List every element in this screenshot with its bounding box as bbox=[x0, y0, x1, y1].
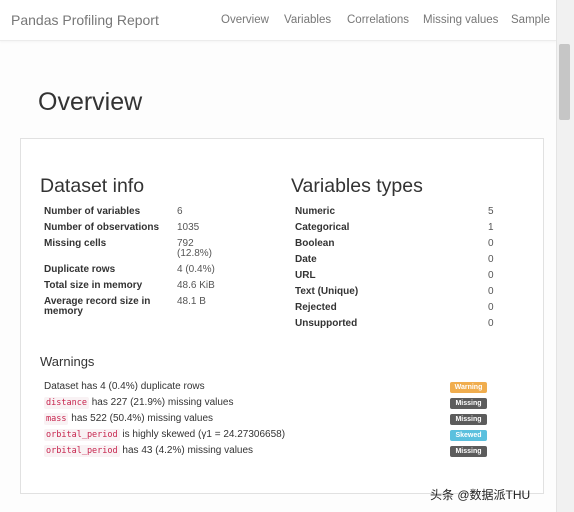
dataset-info-value: 1035 bbox=[177, 222, 200, 233]
warning-text: Dataset has 4 (0.4%) duplicate rows bbox=[44, 381, 205, 392]
warning-text: is highly skewed (γ1 = 24.27306658) bbox=[119, 429, 286, 440]
nav-missing-values[interactable]: Missing values bbox=[423, 14, 498, 26]
variable-type-count: 1 bbox=[488, 222, 494, 233]
variable-type-label: Date bbox=[295, 254, 317, 265]
missing-badge: Missing bbox=[450, 414, 487, 425]
variable-type-label: Unsupported bbox=[295, 318, 358, 329]
dataset-info-label: Number of variables bbox=[44, 206, 141, 217]
dataset-info-title: Dataset info bbox=[40, 175, 145, 197]
variable-type-count: 0 bbox=[488, 302, 494, 313]
variable-type-count: 0 bbox=[488, 254, 494, 265]
warning-item: mass has 522 (50.4%) missing values bbox=[44, 413, 213, 425]
variable-type-label: Text (Unique) bbox=[295, 286, 359, 297]
missing-badge: Missing bbox=[450, 398, 487, 409]
scrollbar-thumb[interactable] bbox=[559, 44, 570, 120]
warning-badge: Warning bbox=[450, 382, 487, 393]
missing-badge: Missing bbox=[450, 446, 487, 457]
dataset-info-label: Total size in memory bbox=[44, 280, 143, 291]
dataset-info-value: 48.6 KiB bbox=[177, 280, 215, 291]
variable-type-label: Boolean bbox=[295, 238, 335, 249]
warning-item: orbital_period has 43 (4.2%) missing val… bbox=[44, 445, 253, 457]
skewed-badge: Skewed bbox=[450, 430, 487, 441]
nav-sample[interactable]: Sample bbox=[511, 14, 550, 26]
brand-title[interactable]: Pandas Profiling Report bbox=[11, 12, 159, 28]
variable-types-title: Variables types bbox=[291, 175, 423, 197]
dataset-info-label: Number of observations bbox=[44, 222, 160, 233]
warning-item: distance has 227 (21.9%) missing values bbox=[44, 397, 233, 409]
watermark: 头条 @数据派THU bbox=[430, 488, 531, 502]
top-navbar: Pandas Profiling Report Overview Variabl… bbox=[0, 0, 556, 41]
variable-type-label: Rejected bbox=[295, 302, 337, 313]
variable-type-label: Categorical bbox=[295, 222, 350, 233]
variable-link[interactable]: distance bbox=[44, 397, 89, 409]
dataset-info-subvalue: (12.8%) bbox=[177, 248, 213, 259]
dataset-info-value: 48.1 B bbox=[177, 296, 206, 307]
nav-overview[interactable]: Overview bbox=[221, 14, 269, 26]
variable-link[interactable]: mass bbox=[44, 413, 69, 425]
dataset-info-label-cont: memory bbox=[44, 306, 83, 317]
variable-type-label: URL bbox=[295, 270, 316, 281]
warning-text: has 522 (50.4%) missing values bbox=[68, 413, 214, 424]
warning-item: orbital_period is highly skewed (γ1 = 24… bbox=[44, 429, 285, 441]
warning-item: Dataset has 4 (0.4%) duplicate rows bbox=[44, 381, 205, 393]
dataset-info-value: 4 (0.4%) bbox=[177, 264, 215, 275]
dataset-info-label: Missing cells bbox=[44, 238, 107, 249]
variable-type-count: 0 bbox=[488, 286, 494, 297]
nav-variables[interactable]: Variables bbox=[284, 14, 331, 26]
report-page: Pandas Profiling Report Overview Variabl… bbox=[0, 0, 574, 512]
overview-panel: Dataset info Number of variables 6 Numbe… bbox=[20, 138, 544, 494]
variable-type-count: 0 bbox=[488, 318, 494, 329]
variable-link[interactable]: orbital_period bbox=[44, 429, 120, 441]
variable-type-label: Numeric bbox=[295, 206, 336, 217]
dataset-info-label: Duplicate rows bbox=[44, 264, 116, 275]
variable-type-count: 0 bbox=[488, 270, 494, 281]
warning-text: has 227 (21.9%) missing values bbox=[88, 397, 234, 408]
warning-text: has 43 (4.2%) missing values bbox=[119, 445, 254, 456]
dataset-info-value: 6 bbox=[177, 206, 183, 217]
variable-type-count: 5 bbox=[488, 206, 494, 217]
warnings-title: Warnings bbox=[40, 354, 95, 369]
page-title: Overview bbox=[38, 88, 143, 116]
nav-correlations[interactable]: Correlations bbox=[347, 14, 409, 26]
variable-type-count: 0 bbox=[488, 238, 494, 249]
variable-link[interactable]: orbital_period bbox=[44, 445, 120, 457]
